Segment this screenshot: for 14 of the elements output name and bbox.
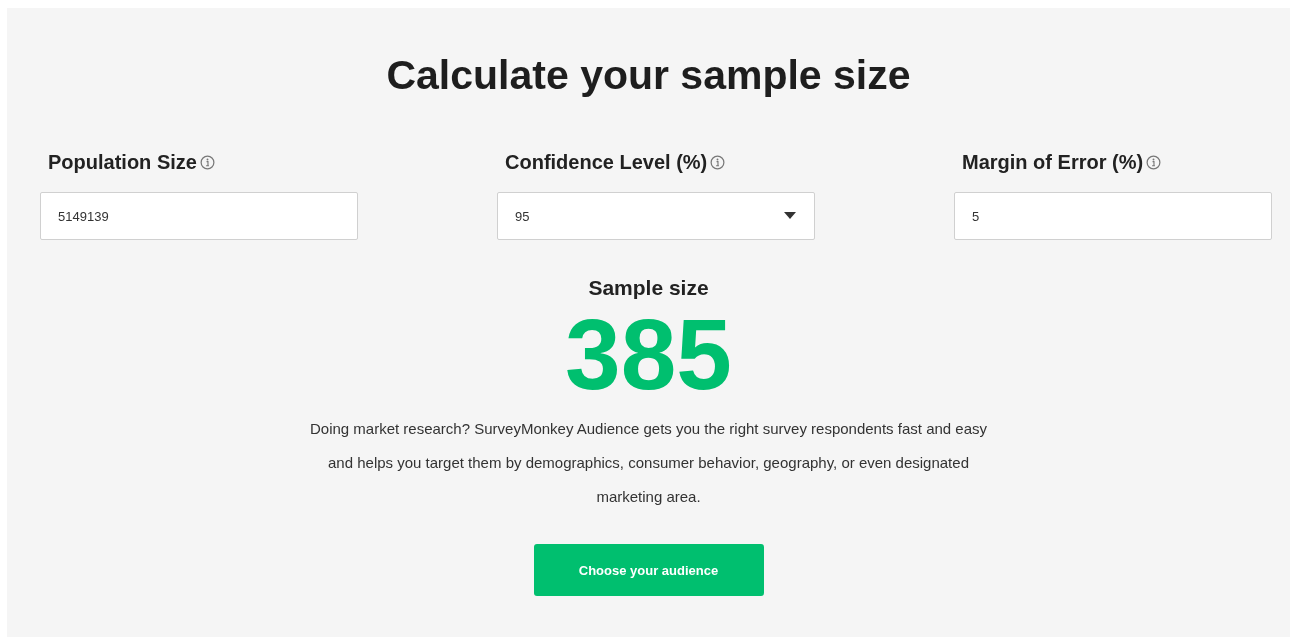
result-label: Sample size <box>588 276 709 300</box>
info-icon[interactable] <box>710 154 726 170</box>
field-label: Margin of Error (%) <box>962 150 1144 174</box>
input-field[interactable]: 5 <box>954 192 1272 240</box>
input-field[interactable]: 5149139 <box>40 192 358 240</box>
field-label: Population Size <box>48 150 197 174</box>
description-text: Doing market research? SurveyMonkey Audience gets you the right survey respondents fast and easy and helps you target them by demographics, consumer behavior, geography, or even designated marketing area. <box>308 419 988 507</box>
dropdown-field[interactable]: 95 <box>497 192 815 240</box>
info-icon[interactable] <box>1146 154 1162 170</box>
caret-icon <box>784 212 796 220</box>
field-label: Confidence Level (%) <box>505 150 708 174</box>
result-value: 385 <box>565 304 732 404</box>
page-title: Calculate your sample size <box>386 52 911 99</box>
info-icon[interactable] <box>199 154 215 170</box>
